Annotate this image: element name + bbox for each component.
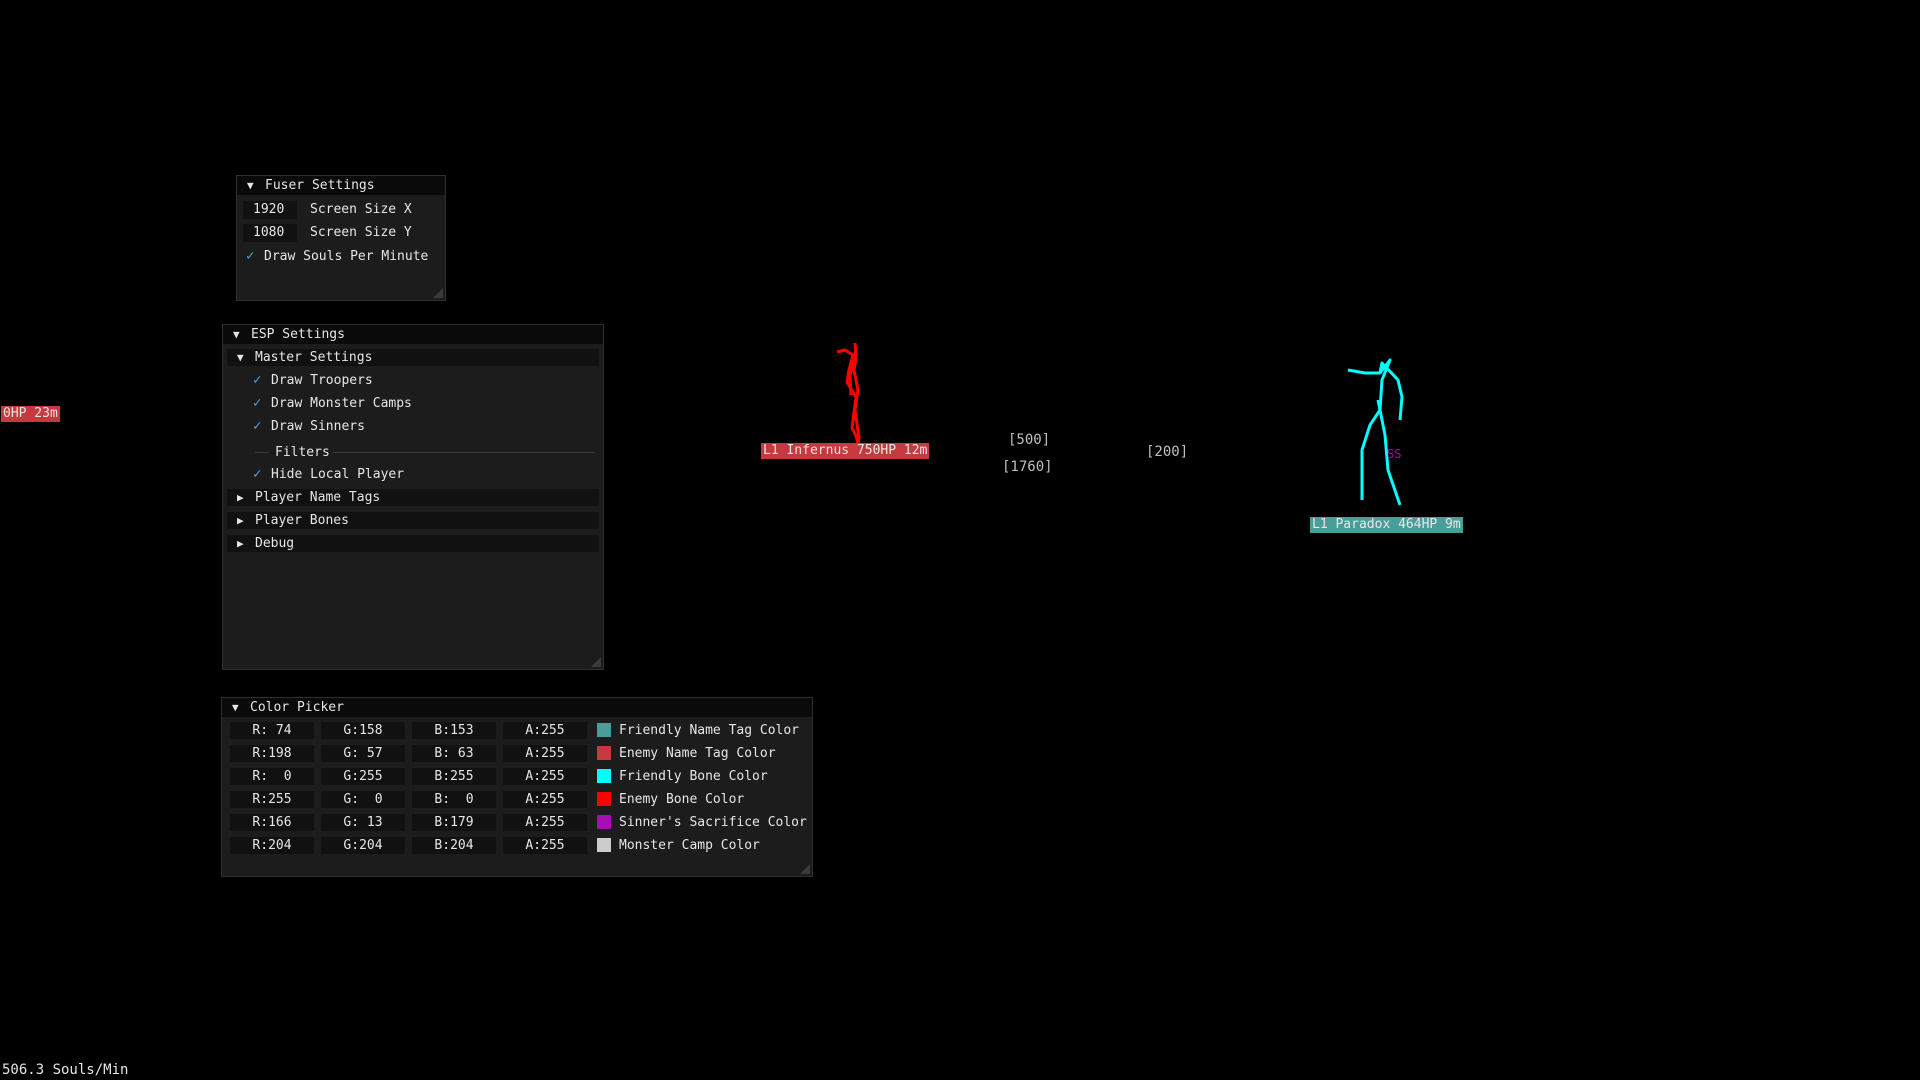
blue-channel-input[interactable]: B:204 (412, 837, 496, 854)
blue-channel-input[interactable]: B:153 (412, 722, 496, 739)
player-bones-header[interactable]: ▶ Player Bones (227, 512, 599, 529)
enemy-name-tag: 0HP 23m (1, 406, 60, 422)
monster-camp-color-label: Monster Camp Color (619, 838, 760, 853)
player-bones-title: Player Bones (255, 513, 349, 528)
expand-arrow-icon[interactable]: ▶ (237, 512, 255, 529)
friendly-bone-color-label: Friendly Bone Color (619, 769, 768, 784)
color-picker-title: Color Picker (250, 700, 344, 715)
expand-arrow-icon[interactable]: ▶ (237, 535, 255, 552)
monster-camp-label: [1760] (1002, 459, 1053, 475)
master-settings-header[interactable]: ▼ Master Settings (227, 349, 599, 366)
red-channel-input[interactable]: R: 0 (230, 768, 314, 785)
master-settings-title: Master Settings (255, 350, 373, 365)
draw-troopers-checkbox[interactable]: ✓ Draw Troopers (223, 369, 603, 391)
screen-size-x-label: Screen Size X (310, 202, 412, 217)
alpha-channel-input[interactable]: A:255 (503, 814, 587, 831)
separator-line (255, 452, 269, 453)
enemy-bone-color-label: Enemy Bone Color (619, 792, 745, 807)
expand-arrow-icon[interactable]: ▶ (237, 489, 255, 506)
separator-line (333, 452, 595, 453)
draw-monster-camps-label: Draw Monster Camps (271, 396, 412, 411)
resize-grip-icon[interactable] (433, 288, 443, 298)
green-channel-input[interactable]: G:204 (321, 837, 405, 854)
collapse-arrow-icon[interactable]: ▼ (237, 349, 255, 366)
screen-size-y-label: Screen Size Y (310, 225, 412, 240)
enemy-player-name-tag: L1 Infernus 750HP 12m (761, 443, 930, 459)
sinners-sacrifice-color-label: Sinner's Sacrifice Color (619, 815, 807, 830)
fuser-settings-titlebar[interactable]: ▼ Fuser Settings (237, 176, 445, 195)
friendly-bone-color-swatch[interactable] (597, 769, 611, 783)
hide-local-player-checkbox[interactable]: ✓ Hide Local Player (223, 463, 603, 485)
blue-channel-input[interactable]: B: 63 (412, 745, 496, 762)
debug-header[interactable]: ▶ Debug (227, 535, 599, 552)
draw-troopers-label: Draw Troopers (271, 373, 373, 388)
collapse-arrow-icon[interactable]: ▼ (233, 325, 251, 344)
red-channel-input[interactable]: R:204 (230, 837, 314, 854)
checkmark-icon[interactable]: ✓ (253, 392, 271, 414)
monster-camp-label: [500] (1008, 432, 1051, 448)
green-channel-input[interactable]: G:158 (321, 722, 405, 739)
filters-label: Filters (275, 445, 330, 460)
blue-channel-input[interactable]: B:255 (412, 768, 496, 785)
alpha-channel-input[interactable]: A:255 (503, 768, 587, 785)
checkmark-icon[interactable]: ✓ (246, 245, 264, 267)
screen-size-y-row: 1080 Screen Size Y (237, 222, 445, 244)
red-channel-input[interactable]: R:198 (230, 745, 314, 762)
draw-spm-checkbox[interactable]: ✓ Draw Souls Per Minute (237, 245, 445, 267)
draw-sinners-checkbox[interactable]: ✓ Draw Sinners (223, 415, 603, 437)
friendly-name-tag-color-label: Friendly Name Tag Color (619, 723, 800, 738)
checkmark-icon[interactable]: ✓ (253, 369, 271, 391)
collapse-arrow-icon[interactable]: ▼ (247, 176, 265, 195)
color-picker-titlebar[interactable]: ▼ Color Picker (222, 698, 812, 717)
friendly-player-name-tag: L1 Paradox 464HP 9m (1310, 517, 1463, 533)
checkmark-icon[interactable]: ✓ (253, 463, 271, 485)
enemy-name-tag-color-swatch[interactable] (597, 746, 611, 760)
alpha-channel-input[interactable]: A:255 (503, 745, 587, 762)
screen-size-x-row: 1920 Screen Size X (237, 199, 445, 221)
alpha-channel-input[interactable]: A:255 (503, 791, 587, 808)
friendly-name-tag-color-swatch[interactable] (597, 723, 611, 737)
blue-channel-input[interactable]: B:179 (412, 814, 496, 831)
blue-channel-input[interactable]: B: 0 (412, 791, 496, 808)
green-channel-input[interactable]: G: 57 (321, 745, 405, 762)
enemy-name-tag-color-label: Enemy Name Tag Color (619, 746, 776, 761)
fuser-settings-window[interactable]: ▼ Fuser Settings 1920 Screen Size X 1080 … (236, 175, 446, 301)
resize-grip-icon[interactable] (800, 864, 810, 874)
souls-per-minute-readout: 506.3 Souls/Min (2, 1062, 129, 1078)
red-channel-input[interactable]: R:166 (230, 814, 314, 831)
red-channel-input[interactable]: R:255 (230, 791, 314, 808)
alpha-channel-input[interactable]: A:255 (503, 722, 587, 739)
alpha-channel-input[interactable]: A:255 (503, 837, 587, 854)
monster-camp-label: [200] (1146, 444, 1189, 460)
esp-settings-title: ESP Settings (251, 327, 345, 342)
monster-camp-color-swatch[interactable] (597, 838, 611, 852)
esp-settings-window[interactable]: ▼ ESP Settings ▼ Master Settings ✓ Draw Tro… (222, 324, 604, 670)
player-name-tags-header[interactable]: ▶ Player Name Tags (227, 489, 599, 506)
red-channel-input[interactable]: R: 74 (230, 722, 314, 739)
enemy-bone-color-swatch[interactable] (597, 792, 611, 806)
resize-grip-icon[interactable] (591, 657, 601, 667)
enemy-skeleton (836, 342, 861, 446)
sinners-sacrifice-label: SS (1387, 447, 1402, 461)
hide-local-player-label: Hide Local Player (271, 467, 405, 482)
friendly-skeleton (1347, 358, 1404, 506)
player-name-tags-title: Player Name Tags (255, 490, 381, 505)
collapse-arrow-icon[interactable]: ▼ (232, 698, 250, 717)
esp-settings-titlebar[interactable]: ▼ ESP Settings (223, 325, 603, 344)
checkmark-icon[interactable]: ✓ (253, 415, 271, 437)
sinners-sacrifice-color-swatch[interactable] (597, 815, 611, 829)
green-channel-input[interactable]: G: 0 (321, 791, 405, 808)
debug-title: Debug (255, 536, 295, 551)
draw-spm-label: Draw Souls Per Minute (264, 249, 429, 264)
screen-size-y-input[interactable]: 1080 (243, 224, 297, 242)
green-channel-input[interactable]: G:255 (321, 768, 405, 785)
draw-sinners-label: Draw Sinners (271, 419, 365, 434)
fuser-settings-title: Fuser Settings (265, 178, 375, 193)
draw-monster-camps-checkbox[interactable]: ✓ Draw Monster Camps (223, 392, 603, 414)
screen-size-x-input[interactable]: 1920 (243, 201, 297, 219)
color-picker-window[interactable]: ▼ Color Picker R: 74 G:158 B:153 A:255 Fr… (221, 697, 813, 877)
green-channel-input[interactable]: G: 13 (321, 814, 405, 831)
